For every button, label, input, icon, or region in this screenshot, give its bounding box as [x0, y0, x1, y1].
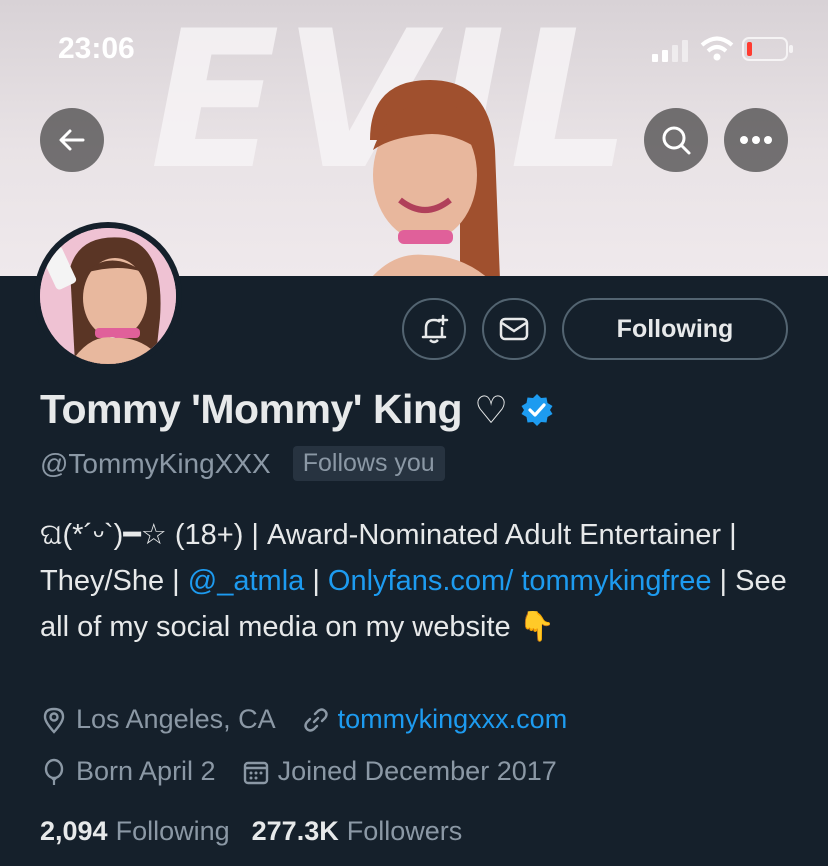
bio-url-link[interactable]: Onlyfans.com/ tommykingfree — [328, 565, 712, 597]
message-icon — [499, 317, 529, 341]
location: Los Angeles, CA — [40, 704, 276, 735]
display-name: Tommy 'Mommy' King — [40, 386, 463, 432]
following-count-link[interactable]: 2,094 Following — [40, 816, 230, 847]
avatar-photo — [40, 228, 176, 364]
notifications-button[interactable] — [402, 298, 466, 360]
joined-date: Joined December 2017 — [242, 756, 557, 787]
followers-count: 277.3K — [251, 816, 339, 846]
handle-row: @TommyKingXXX Follows you — [40, 446, 445, 481]
calendar-icon — [243, 761, 268, 784]
notification-bell-icon — [421, 314, 449, 344]
birthday: Born April 2 — [40, 756, 216, 787]
bio-mention-link[interactable]: @_atmla — [188, 565, 304, 597]
profile-name-row: Tommy 'Mommy' King ♡ — [40, 386, 554, 433]
followers-count-link[interactable]: 277.3K Followers — [252, 816, 463, 847]
search-button[interactable] — [644, 108, 708, 172]
back-button[interactable] — [40, 108, 104, 172]
followers-label: Followers — [346, 816, 463, 846]
name-heart-symbol: ♡ — [474, 387, 509, 432]
bio-separator: | — [304, 565, 328, 597]
more-icon — [740, 136, 772, 144]
profile-meta-row-1: Los Angeles, CA tommykingxxx.com — [40, 704, 593, 735]
follows-you-badge: Follows you — [292, 446, 445, 481]
message-button[interactable] — [482, 298, 546, 360]
search-icon — [662, 126, 691, 155]
location-icon — [43, 707, 65, 734]
profile-bio: ଘ(*´ᵕ`)━☆ (18+) | Award-Nominated Adult … — [40, 512, 790, 650]
profile-meta-row-2: Born April 2 Joined December 2017 — [40, 756, 583, 787]
pointing-down-emoji: 👇 — [518, 611, 555, 643]
website[interactable]: tommykingxxx.com — [302, 704, 568, 735]
status-time: 23:06 — [58, 32, 135, 65]
wifi-icon — [700, 36, 734, 61]
avatar[interactable] — [34, 222, 182, 370]
birthday-text: Born April 2 — [76, 756, 216, 786]
status-bar: 23:06 — [0, 0, 828, 90]
following-label: Following — [115, 816, 230, 846]
following-button[interactable]: Following — [562, 298, 788, 360]
battery-icon — [742, 37, 793, 61]
following-count: 2,094 — [40, 816, 108, 846]
signal-icon — [652, 40, 688, 62]
link-icon — [303, 707, 328, 732]
profile-handle: @TommyKingXXX — [40, 447, 271, 479]
banner-photo — [370, 80, 500, 276]
follow-stats: 2,094 Following 277.3K Followers — [40, 816, 484, 847]
more-button[interactable] — [724, 108, 788, 172]
verified-badge-icon[interactable] — [520, 393, 554, 427]
location-text: Los Angeles, CA — [76, 704, 276, 734]
joined-text: Joined December 2017 — [277, 756, 557, 786]
birthday-icon — [44, 758, 64, 785]
back-arrow-icon — [59, 129, 85, 151]
website-link[interactable]: tommykingxxx.com — [338, 704, 568, 735]
